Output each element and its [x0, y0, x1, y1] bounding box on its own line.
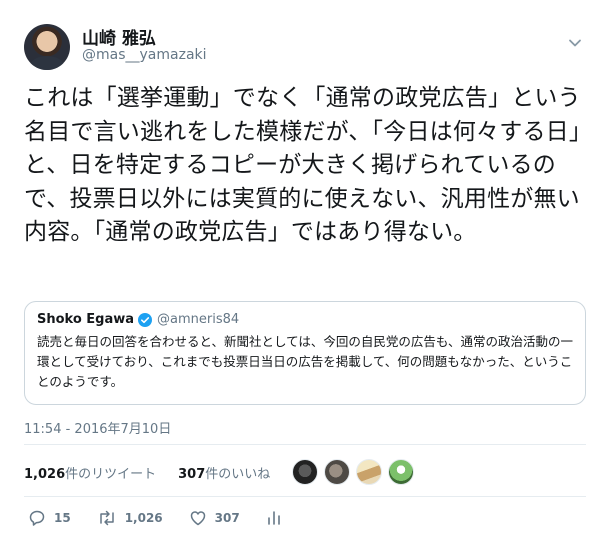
quoted-tweet[interactable]: Shoko Egawa @amneris84 読売と毎日の回答を合わせると、新聞… [24, 301, 586, 405]
retweet-button[interactable]: 1,026 [97, 509, 163, 527]
analytics-button[interactable] [266, 509, 290, 527]
retweets-stat-count: 1,026 [24, 466, 66, 482]
liker-avatar[interactable] [356, 459, 383, 485]
like-button[interactable]: 307 [189, 509, 240, 527]
quoted-text: 読売と毎日の回答を合わせると、新聞社としては、今回の自民党の広告も、通常の政治活… [37, 334, 574, 389]
quoted-author-name: Shoko Egawa [37, 312, 135, 327]
verified-badge-icon [138, 312, 153, 327]
retweet-icon [99, 510, 114, 526]
liker-avatar[interactable] [388, 459, 415, 485]
retweets-stat-label: 件のリツイート [65, 466, 157, 482]
reply-count: 15 [54, 511, 71, 525]
liker-avatar[interactable] [292, 459, 319, 485]
retweets-stat[interactable]: 1,026件のリツイート [24, 463, 156, 482]
engagement-stats: 1,026件のリツイート 307件のいいね [24, 454, 420, 490]
action-bar: 15 1,026 307 [28, 506, 316, 530]
quoted-author-handle: @amneris84 [157, 312, 240, 327]
divider [24, 444, 586, 445]
tweet-text: これは「選挙運動」でなく「通常の政党広告」という名目で言い逃れをした模様だが、「… [24, 85, 593, 245]
reply-button[interactable]: 15 [28, 509, 71, 527]
avatar[interactable] [24, 24, 70, 70]
tweet-timestamp[interactable]: 11:54 - 2016年7月10日 [24, 418, 171, 437]
retweet-count: 1,026 [124, 511, 163, 525]
like-icon [190, 511, 205, 526]
chevron-down-icon[interactable] [566, 34, 584, 52]
liker-avatar[interactable] [324, 459, 351, 485]
author-name[interactable]: 山崎 雅弘 [82, 24, 156, 49]
reply-icon [29, 510, 45, 526]
likers-avatars [292, 459, 420, 485]
author-handle[interactable]: @mas__yamazaki [82, 47, 207, 63]
likes-stat-label: 件のいいね [205, 466, 271, 482]
likes-stat[interactable]: 307件のいいね [178, 463, 270, 482]
likes-stat-count: 307 [178, 466, 206, 482]
analytics-icon [267, 511, 280, 525]
divider [24, 496, 586, 497]
like-count: 307 [214, 511, 240, 525]
